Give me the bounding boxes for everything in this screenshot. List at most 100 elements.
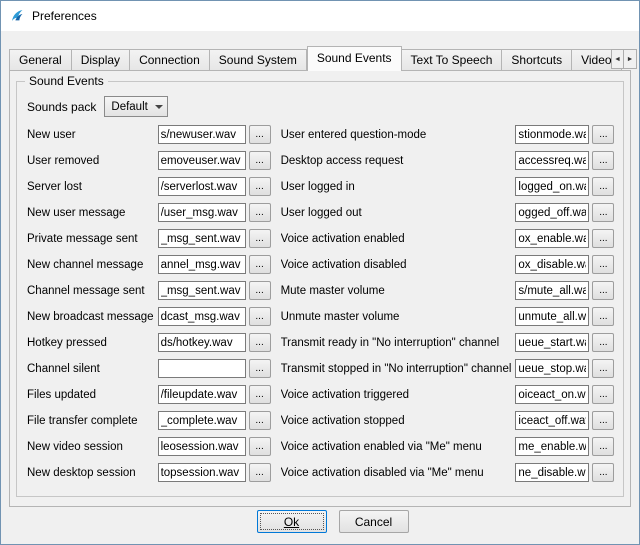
sound-file-input[interactable] <box>515 307 589 326</box>
sound-event-row: Server lost... <box>27 177 271 196</box>
sound-event-label: Hotkey pressed <box>27 337 158 349</box>
sound-file-input[interactable] <box>158 385 246 404</box>
sound-file-input[interactable] <box>515 281 589 300</box>
sound-file-input[interactable] <box>515 125 589 144</box>
sound-file-input[interactable] <box>515 203 589 222</box>
tab-scroll-right-button[interactable]: ► <box>624 49 637 69</box>
sound-event-label: User removed <box>27 155 158 167</box>
sound-file-input[interactable] <box>158 359 246 378</box>
sound-event-label: Voice activation enabled via "Me" menu <box>281 441 516 453</box>
tab-general[interactable]: General <box>9 49 72 70</box>
sound-event-label: New user <box>27 129 158 141</box>
sound-event-label: New broadcast message <box>27 311 158 323</box>
browse-button[interactable]: ... <box>249 281 271 300</box>
sound-event-label: New video session <box>27 441 158 453</box>
browse-button[interactable]: ... <box>249 463 271 482</box>
tab-connection[interactable]: Connection <box>130 49 210 70</box>
cancel-button[interactable]: Cancel <box>339 510 409 533</box>
tab-shortcuts[interactable]: Shortcuts <box>502 49 572 70</box>
sound-file-input[interactable] <box>158 281 246 300</box>
browse-button[interactable]: ... <box>249 359 271 378</box>
sound-file-input[interactable] <box>515 255 589 274</box>
browse-button[interactable]: ... <box>249 411 271 430</box>
sound-file-input[interactable] <box>158 411 246 430</box>
sound-file-input[interactable] <box>158 307 246 326</box>
browse-button[interactable]: ... <box>249 203 271 222</box>
sound-file-input[interactable] <box>158 255 246 274</box>
browse-button[interactable]: ... <box>249 255 271 274</box>
sounds-pack-value: Default <box>111 101 155 113</box>
browse-button[interactable]: ... <box>592 125 614 144</box>
sound-event-label: Channel message sent <box>27 285 158 297</box>
sound-file-input[interactable] <box>515 463 589 482</box>
sound-event-row: New broadcast message... <box>27 307 271 326</box>
browse-button[interactable]: ... <box>249 385 271 404</box>
browse-button[interactable]: ... <box>249 125 271 144</box>
browse-button[interactable]: ... <box>592 229 614 248</box>
browse-button[interactable]: ... <box>249 333 271 352</box>
browse-button[interactable]: ... <box>592 333 614 352</box>
browse-button[interactable]: ... <box>249 437 271 456</box>
sound-event-row: Channel silent... <box>27 359 271 378</box>
sound-file-input[interactable] <box>158 177 246 196</box>
app-icon <box>9 8 25 24</box>
dialog-buttons: Ok Cancel <box>1 510 639 533</box>
browse-button[interactable]: ... <box>592 255 614 274</box>
browse-button[interactable]: ... <box>592 437 614 456</box>
sound-file-input[interactable] <box>158 333 246 352</box>
sound-file-input[interactable] <box>515 437 589 456</box>
browse-button[interactable]: ... <box>592 385 614 404</box>
sound-file-input[interactable] <box>158 125 246 144</box>
sound-file-input[interactable] <box>515 229 589 248</box>
browse-button[interactable]: ... <box>592 281 614 300</box>
tab-display[interactable]: Display <box>72 49 130 70</box>
browse-button[interactable]: ... <box>592 307 614 326</box>
sound-events-column-right: User entered question-mode...Desktop acc… <box>281 125 615 489</box>
sound-file-input[interactable] <box>158 463 246 482</box>
browse-button[interactable]: ... <box>592 177 614 196</box>
browse-button[interactable]: ... <box>592 411 614 430</box>
browse-button[interactable]: ... <box>249 307 271 326</box>
browse-button[interactable]: ... <box>592 359 614 378</box>
sounds-pack-select[interactable]: Default <box>104 96 168 117</box>
sound-event-row: Mute master volume... <box>281 281 615 300</box>
browse-button[interactable]: ... <box>249 151 271 170</box>
sound-file-input[interactable] <box>158 203 246 222</box>
sound-event-row: New video session... <box>27 437 271 456</box>
sound-file-input[interactable] <box>158 229 246 248</box>
sound-file-input[interactable] <box>515 359 589 378</box>
sound-event-row: Voice activation triggered... <box>281 385 615 404</box>
ok-button[interactable]: Ok <box>257 510 327 533</box>
browse-button[interactable]: ... <box>592 463 614 482</box>
sound-event-row: Files updated... <box>27 385 271 404</box>
group-title: Sound Events <box>25 74 108 88</box>
sound-event-label: New channel message <box>27 259 158 271</box>
sound-file-input[interactable] <box>515 333 589 352</box>
sound-file-input[interactable] <box>515 177 589 196</box>
browse-button[interactable]: ... <box>592 151 614 170</box>
sound-file-input[interactable] <box>515 411 589 430</box>
sound-file-input[interactable] <box>515 385 589 404</box>
sound-events-column-left: New user...User removed...Server lost...… <box>27 125 271 489</box>
sound-event-label: Voice activation triggered <box>281 389 516 401</box>
chevron-down-icon <box>155 105 163 109</box>
tab-sound-system[interactable]: Sound System <box>210 49 307 70</box>
sounds-pack-label: Sounds pack <box>27 100 96 114</box>
sound-event-row: Desktop access request... <box>281 151 615 170</box>
title-bar: Preferences <box>1 1 639 31</box>
sound-file-input[interactable] <box>515 151 589 170</box>
sound-file-input[interactable] <box>158 151 246 170</box>
browse-button[interactable]: ... <box>249 177 271 196</box>
sound-event-row: Voice activation enabled... <box>281 229 615 248</box>
sound-event-label: Voice activation stopped <box>281 415 516 427</box>
browse-button[interactable]: ... <box>592 203 614 222</box>
tab-scroll-left-button[interactable]: ◄ <box>611 49 624 69</box>
tab-text-to-speech[interactable]: Text To Speech <box>402 49 503 70</box>
tab-bar: GeneralDisplayConnectionSound SystemSoun… <box>9 45 631 70</box>
sound-event-row: File transfer complete... <box>27 411 271 430</box>
sound-event-label: Voice activation enabled <box>281 233 516 245</box>
browse-button[interactable]: ... <box>249 229 271 248</box>
sound-event-label: Desktop access request <box>281 155 516 167</box>
sound-file-input[interactable] <box>158 437 246 456</box>
tab-sound-events[interactable]: Sound Events <box>307 46 402 71</box>
